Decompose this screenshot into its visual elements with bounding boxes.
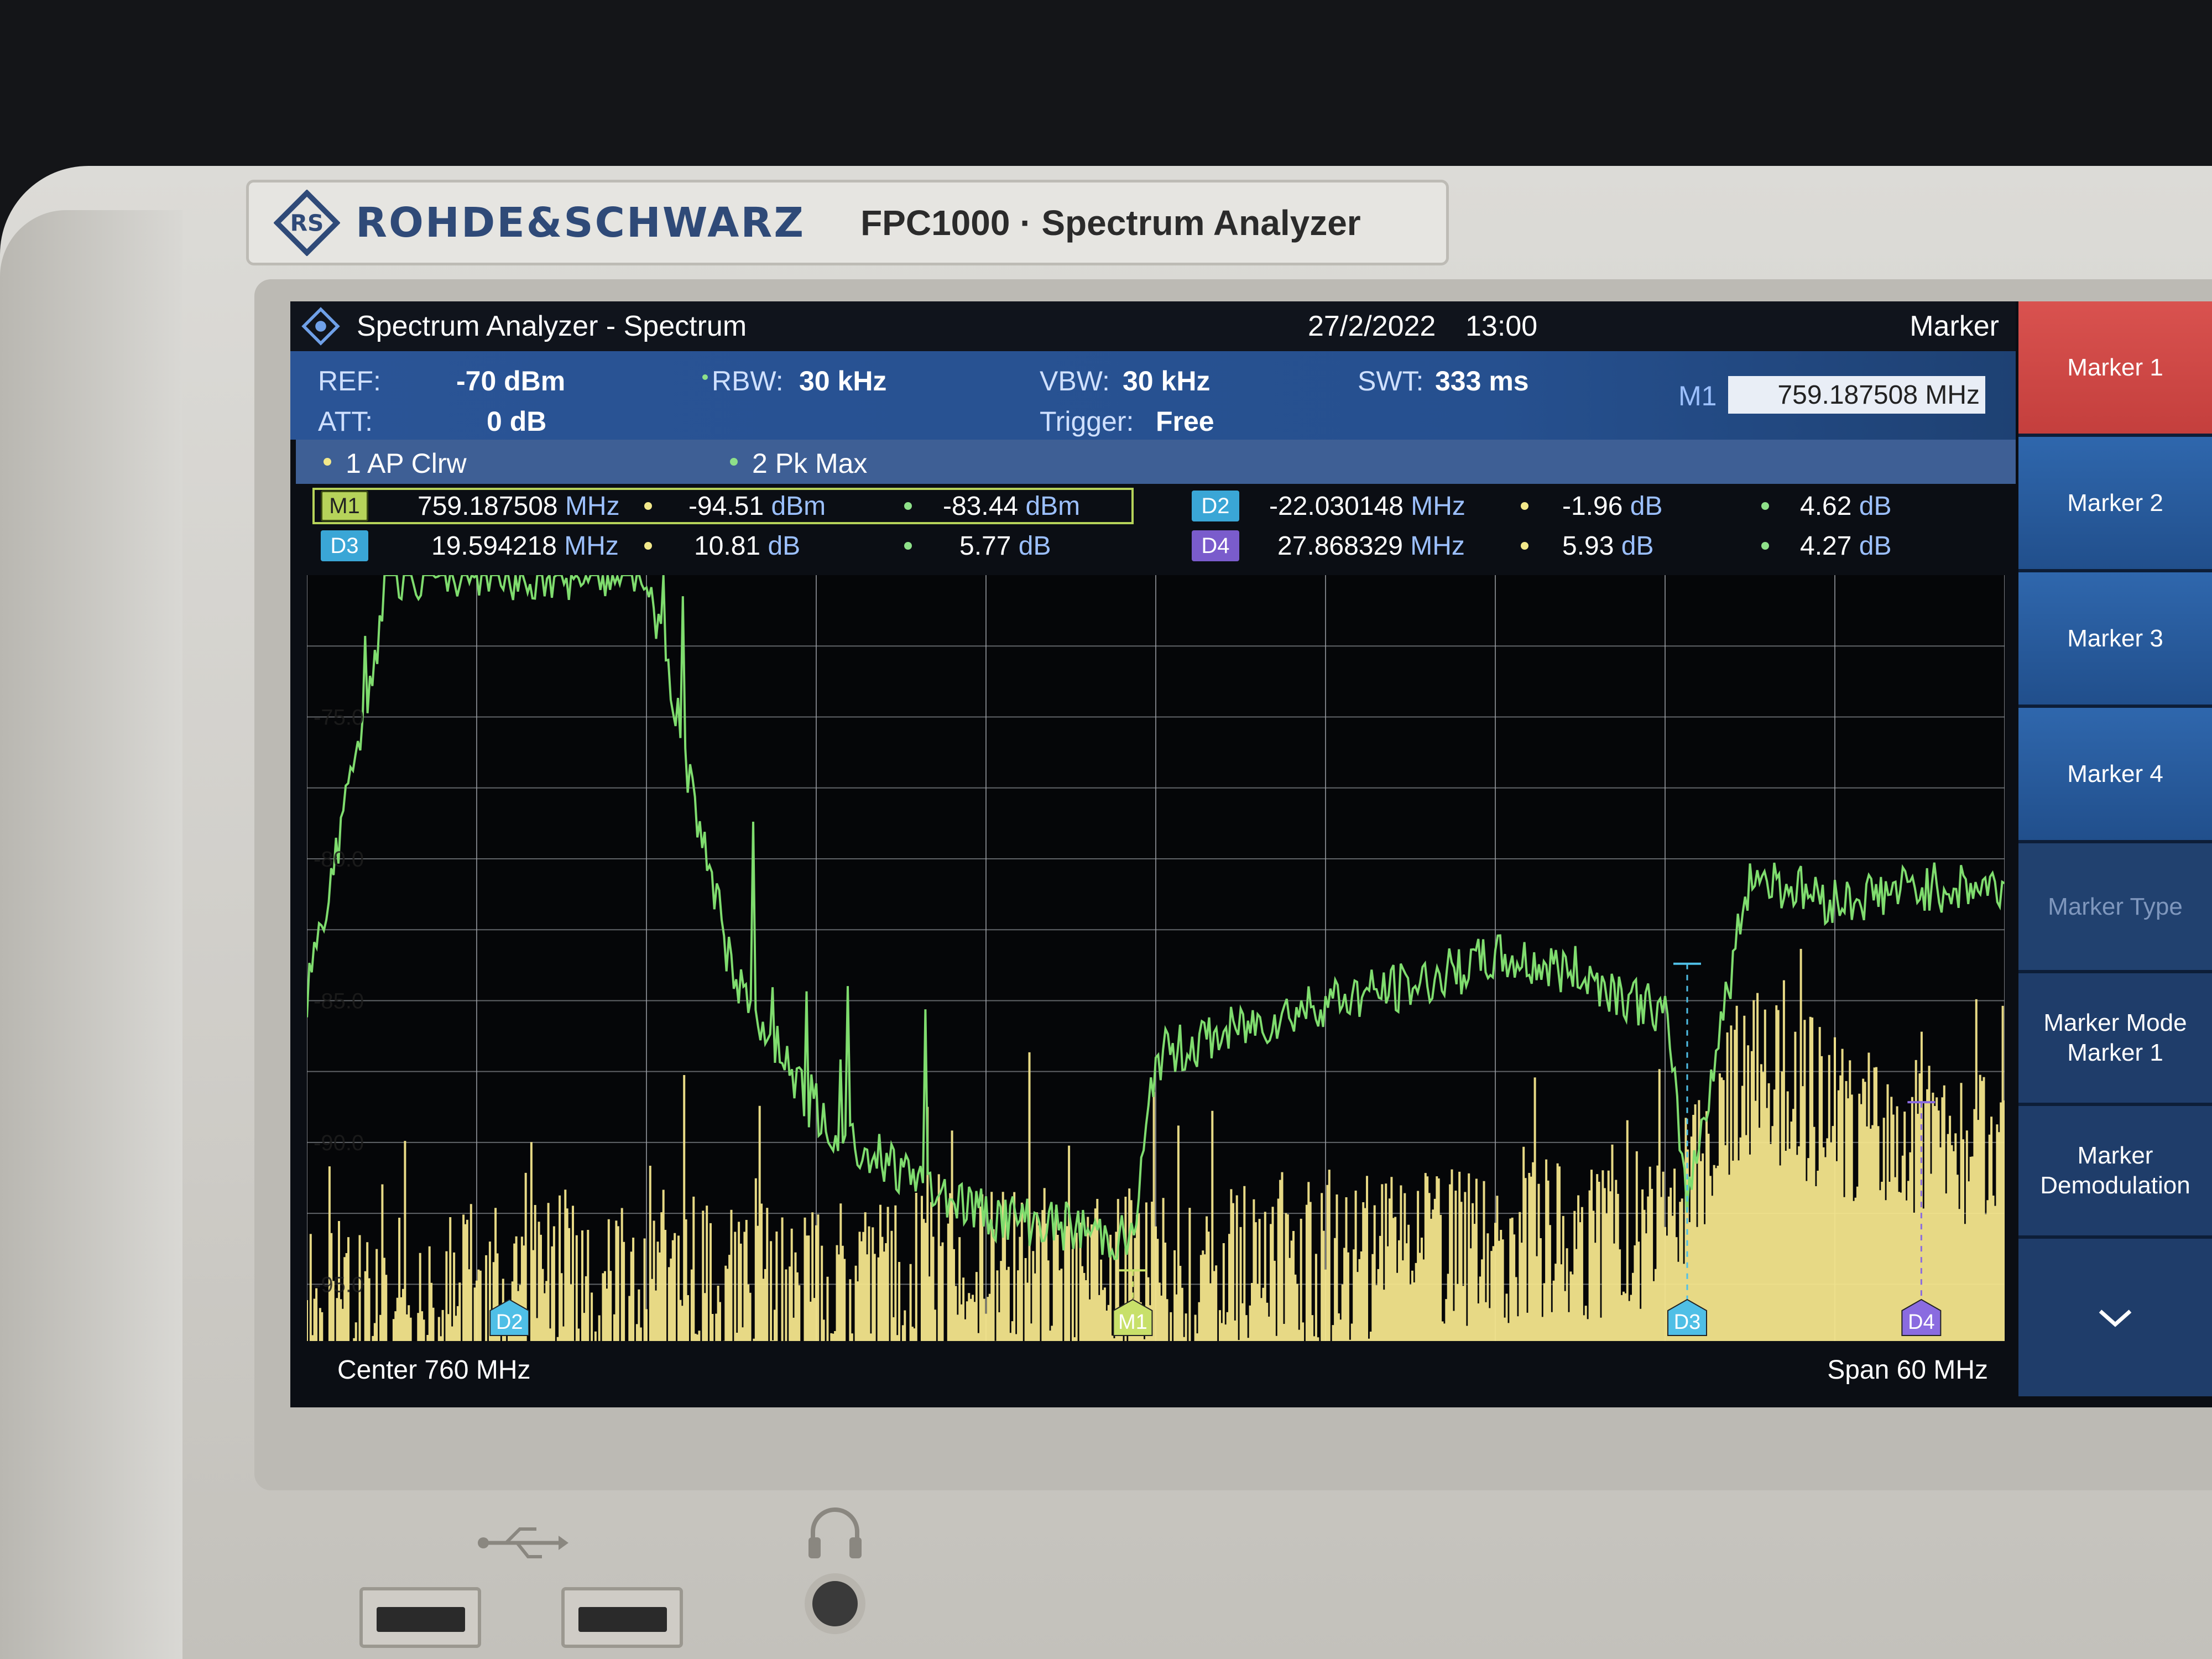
y-tick-label: -75.0 <box>314 705 364 729</box>
trigger-label: Trigger: <box>1040 406 1134 437</box>
softkey-marker-demodulation[interactable]: Marker Demodulation <box>2018 1106 2212 1239</box>
marker-row-d3[interactable]: D3 19.594218 MHz 10.81 dB 5.77 dB <box>290 526 1153 565</box>
y-tick-label: -80.0 <box>314 847 364 872</box>
y-tick-label: -95.0 <box>314 1272 364 1297</box>
center-frequency-label[interactable]: Center 760 MHz <box>337 1355 530 1385</box>
d2-level-trace1: -1.96 dB <box>1562 492 1663 521</box>
marker-tag-d2[interactable]: D2 <box>1192 491 1239 521</box>
trace2-dot-icon <box>904 502 912 510</box>
trace1-label[interactable]: 1 AP Clrw <box>346 447 467 479</box>
spectrum-plot[interactable]: -75.0 -80.0 -85.0 -90.0 -95.0 M1 D2 D3 D4 <box>307 575 2005 1341</box>
brand-plate: RS ROHDE&SCHWARZ FPC1000 · Spectrum Anal… <box>246 180 1449 265</box>
trace2-dot-icon <box>1761 502 1769 510</box>
marker-tag-m1[interactable]: M1 <box>321 491 368 521</box>
trace2-dot-icon <box>904 542 912 550</box>
softkey-marker-type[interactable]: Marker Type <box>2018 843 2212 973</box>
d4-frequency: 27.868329 MHz <box>1277 531 1465 561</box>
att-value[interactable]: 0 dB <box>487 405 546 437</box>
m1-input-label: M1 <box>1678 380 1717 411</box>
marker-tag-d4[interactable]: D4 <box>1192 530 1239 561</box>
att-label: ATT: <box>318 406 373 437</box>
marker-tag-d3[interactable]: D3 <box>321 530 368 561</box>
trace1-color-icon <box>324 458 331 466</box>
usb-symbol-icon <box>478 1527 568 1558</box>
marker-row-d4[interactable]: D4 27.868329 MHz 5.93 dB 4.27 dB <box>1175 526 2005 565</box>
model-name: FPC1000 · Spectrum Analyzer <box>860 202 1361 243</box>
swt-label: SWT: <box>1358 366 1424 397</box>
plot-footer: Center 760 MHz Span 60 MHz <box>307 1344 2005 1394</box>
marker-flag-label: D2 <box>496 1311 523 1334</box>
trace1-dot-icon <box>1521 542 1528 550</box>
softkey-marker-3[interactable]: Marker 3 <box>2018 572 2212 708</box>
trace-bar[interactable]: 1 AP Clrw 2 Pk Max <box>296 440 2016 484</box>
headphone-jack <box>805 1573 865 1634</box>
rohde-schwarz-logo-icon: RS <box>274 189 340 256</box>
app-title: Spectrum Analyzer - Spectrum <box>357 310 747 342</box>
trigger-value[interactable]: Free <box>1156 405 1214 437</box>
softkey-marker-mode-marker-1[interactable]: Marker Mode Marker 1 <box>2018 973 2212 1106</box>
swt-value[interactable]: 333 ms <box>1435 365 1529 397</box>
trace2-color-icon <box>730 458 738 466</box>
marker-table: M1 759.187508 MHz -94.51 dBm -83.44 dBm … <box>290 487 2016 570</box>
usb-port-2 <box>561 1587 683 1648</box>
analyzer-display: Spectrum Analyzer - Spectrum 27/2/2022 1… <box>290 301 2212 1407</box>
marker-flag-label: M1 <box>1118 1311 1147 1334</box>
device-handle <box>0 210 182 1659</box>
m1-frequency-input[interactable]: 759.187508 MHz <box>1728 376 1985 414</box>
d3-level-trace1: 10.81 dB <box>694 531 801 561</box>
marker-row-m1[interactable]: M1 759.187508 MHz -94.51 dBm -83.44 dBm <box>290 487 1153 525</box>
y-tick-label: -90.0 <box>314 1131 364 1155</box>
softkey-marker-4[interactable]: Marker 4 <box>2018 708 2212 843</box>
trace1-dot-icon <box>644 502 652 510</box>
rbw-value[interactable]: 30 kHz <box>799 365 886 397</box>
time: 13:00 <box>1465 310 1538 342</box>
ref-label: REF: <box>318 366 381 397</box>
d4-level-trace1: 5.93 dB <box>1562 531 1654 561</box>
settings-bar[interactable]: REF: -70 dBm ATT: 0 dB RBW: 30 kHz VBW: … <box>290 351 2016 440</box>
spectrum-chart[interactable]: -75.0 -80.0 -85.0 -90.0 -95.0 M1 D2 D3 D4 <box>307 575 2005 1341</box>
marker-flag-label: D4 <box>1908 1311 1935 1334</box>
d3-level-trace2: 5.77 dB <box>959 531 1051 561</box>
d4-level-trace2: 4.27 dB <box>1800 531 1892 561</box>
trace1-dot-icon <box>644 542 652 550</box>
softkey-marker-1[interactable]: Marker 1 <box>2018 301 2212 437</box>
m1-level-trace1: -94.51 dBm <box>688 492 826 521</box>
softkey-panel: Marker 1 Marker 2 Marker 3 Marker 4 Marker T… <box>2018 301 2212 1396</box>
title-bar: Spectrum Analyzer - Spectrum 27/2/2022 1… <box>290 301 2016 351</box>
rohde-schwarz-small-icon <box>301 307 340 346</box>
d2-level-trace2: 4.62 dB <box>1800 492 1892 521</box>
m1-frequency: 759.187508 MHz <box>418 492 620 521</box>
ref-value[interactable]: -70 dBm <box>456 365 565 397</box>
softkey-marker-2[interactable]: Marker 2 <box>2018 437 2212 572</box>
m1-level-trace2: -83.44 dBm <box>943 492 1081 521</box>
d3-frequency: 19.594218 MHz <box>431 531 619 561</box>
rbw-coupling-indicator-icon <box>702 374 708 380</box>
date: 27/2/2022 <box>1308 310 1436 342</box>
marker-flag-label: D3 <box>1674 1311 1701 1334</box>
marker-row-d2[interactable]: D2 -22.030148 MHz -1.96 dB 4.62 dB <box>1175 487 2005 525</box>
headphone-icon <box>808 1507 862 1558</box>
y-tick-label: -85.0 <box>314 989 364 1013</box>
rbw-label: RBW: <box>712 366 784 397</box>
brand-name: ROHDE&SCHWARZ <box>356 199 806 247</box>
svg-text:RS: RS <box>290 210 324 236</box>
trace2-dot-icon <box>1761 542 1769 550</box>
vbw-value[interactable]: 30 kHz <box>1123 365 1210 397</box>
span-label[interactable]: Span 60 MHz <box>1827 1355 1988 1385</box>
more-chevron-down-icon[interactable] <box>2018 1239 2212 1396</box>
trace1-dot-icon <box>1521 502 1528 510</box>
usb-port-1 <box>359 1587 481 1648</box>
panel-name: Marker <box>1910 310 1999 342</box>
vbw-label: VBW: <box>1040 366 1110 397</box>
d2-frequency: -22.030148 MHz <box>1269 492 1465 521</box>
trace2-label[interactable]: 2 Pk Max <box>752 447 867 479</box>
